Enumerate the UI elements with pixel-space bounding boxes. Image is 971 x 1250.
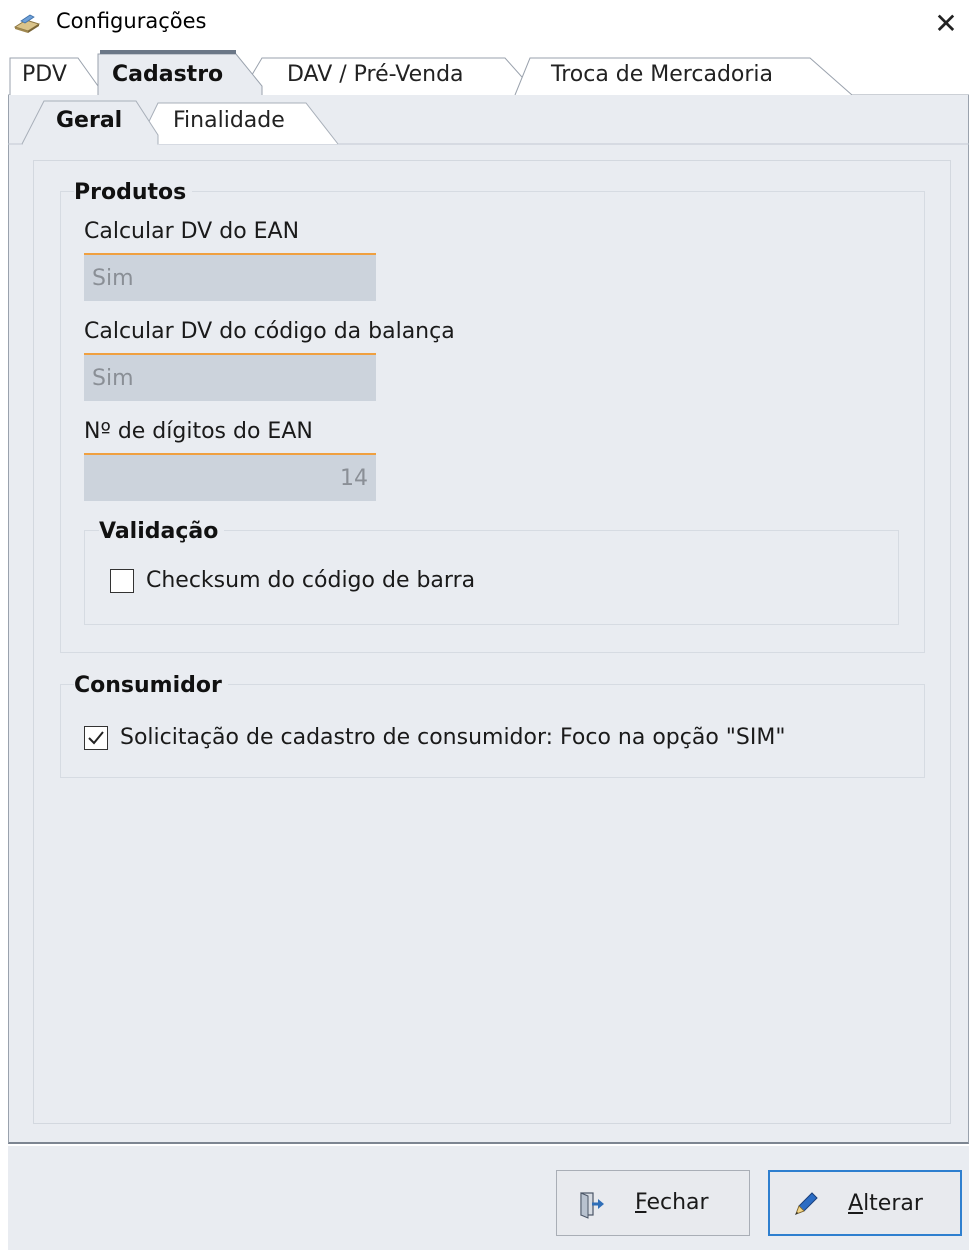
fechar-label: Fechar bbox=[635, 1190, 709, 1215]
title-bar: Configurações ✕ bbox=[0, 0, 971, 46]
tab-troca-de-mercadoria[interactable]: Troca de Mercadoria bbox=[551, 62, 773, 87]
digitos-ean-value: 14 bbox=[340, 465, 368, 491]
fechar-button[interactable]: Fechar bbox=[556, 1170, 750, 1236]
close-button[interactable]: ✕ bbox=[921, 0, 971, 46]
calc-dv-ean-label: Calcular DV do EAN bbox=[84, 219, 300, 244]
checkmark-icon bbox=[88, 730, 104, 744]
solicitacao-checkbox-row[interactable]: Solicitação de cadastro de consumidor: F… bbox=[84, 725, 785, 750]
digitos-ean-label: Nº de dígitos do EAN bbox=[84, 419, 313, 444]
validacao-title: Validação bbox=[99, 519, 225, 544]
tab-cadastro[interactable]: Cadastro bbox=[112, 62, 223, 87]
window-title: Configurações bbox=[56, 9, 207, 33]
checksum-checkbox-row[interactable]: Checksum do código de barra bbox=[110, 568, 475, 593]
calc-dv-ean-field[interactable]: Sim bbox=[84, 255, 376, 301]
subtab-geral[interactable]: Geral bbox=[56, 108, 122, 133]
close-icon: ✕ bbox=[934, 6, 958, 40]
tab-dav-pre-venda[interactable]: DAV / Pré-Venda bbox=[287, 62, 464, 87]
digitos-ean-field[interactable]: 14 bbox=[84, 455, 376, 501]
produtos-title: Produtos bbox=[74, 180, 193, 205]
checksum-checkbox[interactable] bbox=[110, 568, 134, 593]
calc-dv-balanca-label: Calcular DV do código da balança bbox=[84, 319, 455, 344]
sub-tab-shapes bbox=[8, 100, 969, 145]
alterar-button[interactable]: Alterar bbox=[768, 1170, 962, 1236]
tab-pdv[interactable]: PDV bbox=[22, 62, 67, 87]
app-icon bbox=[13, 14, 41, 33]
subtab-finalidade[interactable]: Finalidade bbox=[173, 108, 285, 133]
consumidor-title: Consumidor bbox=[74, 673, 228, 698]
checksum-label: Checksum do código de barra bbox=[146, 568, 476, 593]
pen-icon bbox=[795, 1192, 818, 1215]
calc-dv-balanca-value: Sim bbox=[92, 365, 134, 391]
alterar-label: Alterar bbox=[848, 1191, 923, 1216]
button-bar: Fechar Alterar bbox=[8, 1146, 969, 1250]
main-tab-strip: PDV Cadastro DAV / Pré-Venda Troca de Me… bbox=[0, 46, 971, 96]
calc-dv-balanca-field[interactable]: Sim bbox=[84, 355, 376, 401]
solicitacao-checkbox[interactable] bbox=[84, 725, 108, 750]
exit-door-icon bbox=[580, 1192, 604, 1219]
calc-dv-ean-value: Sim bbox=[92, 265, 134, 291]
sub-tab-strip: Geral Finalidade bbox=[8, 95, 969, 145]
solicitacao-label: Solicitação de cadastro de consumidor: F… bbox=[120, 725, 786, 750]
